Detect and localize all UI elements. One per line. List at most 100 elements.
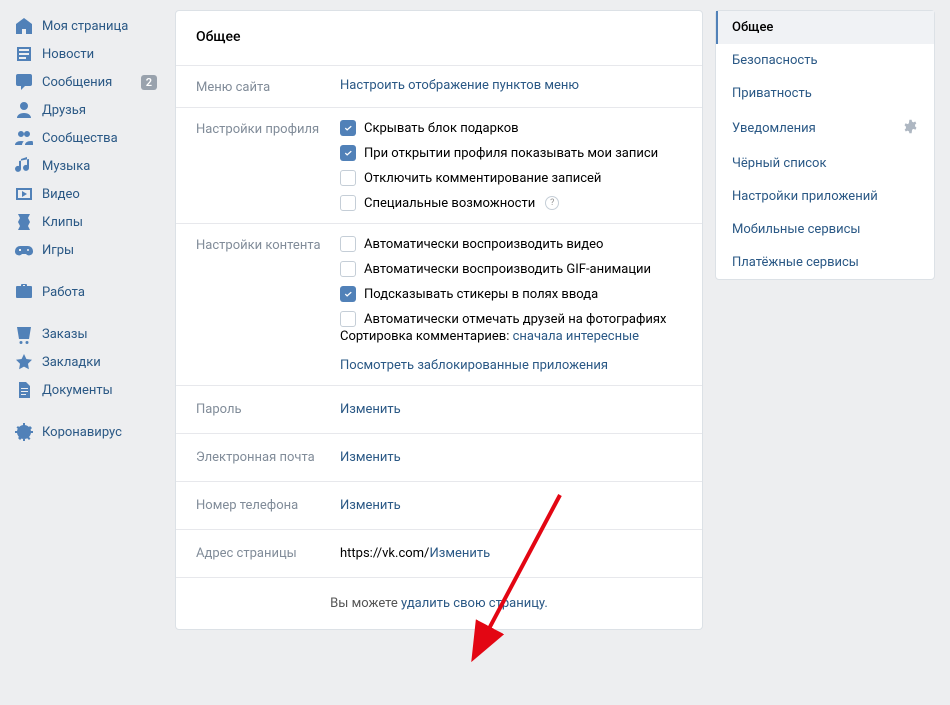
nav-games[interactable]: Игры: [8, 236, 163, 264]
row-label: Настройки контента: [196, 236, 340, 373]
nav-label: Видео: [42, 187, 157, 202]
configure-menu-link[interactable]: Настроить отображение пунктов меню: [340, 78, 579, 93]
row-label: Пароль: [196, 402, 340, 417]
messages-icon: [14, 72, 34, 92]
nav-groups[interactable]: Сообщества: [8, 124, 163, 152]
nav-label: Закладки: [42, 355, 157, 370]
change-link[interactable]: Изменить: [340, 498, 401, 513]
checkbox-icon[interactable]: [340, 311, 356, 327]
nav-label: Клипы: [42, 215, 157, 230]
nav-label: Новости: [42, 47, 157, 62]
checkbox-icon[interactable]: [340, 286, 356, 302]
checkbox-icon[interactable]: [340, 145, 356, 161]
nav-label: Моя страница: [42, 19, 157, 34]
home-icon: [14, 16, 34, 36]
help-icon[interactable]: ?: [545, 196, 559, 210]
settings-tab[interactable]: Чёрный список: [716, 147, 934, 180]
checkbox-icon[interactable]: [340, 195, 356, 211]
video-icon: [14, 184, 34, 204]
nav-clips[interactable]: Клипы: [8, 208, 163, 236]
settings-tab[interactable]: Общее: [716, 11, 934, 44]
nav-label: Игры: [42, 243, 157, 258]
settings-tab[interactable]: Мобильные сервисы: [716, 213, 934, 246]
row-label: Электронная почта: [196, 450, 340, 465]
check-label: Специальные возможности: [364, 196, 535, 211]
content-check[interactable]: Автоматически воспроизводить GIF-анимаци…: [340, 261, 682, 277]
content-check[interactable]: Автоматически воспроизводить видео: [340, 236, 682, 252]
change-link[interactable]: Изменить: [340, 402, 401, 417]
sort-mode-link[interactable]: сначала интересные: [513, 329, 639, 344]
settings-tab[interactable]: Платёжные сервисы: [716, 246, 934, 279]
nav-label: Коронавирус: [42, 425, 157, 440]
content-check[interactable]: Подсказывать стикеры в полях ввода: [340, 286, 682, 302]
clips-icon: [14, 212, 34, 232]
panel-title: Общее: [176, 11, 702, 65]
settings-panel: Общее Меню сайта Настроить отображение п…: [175, 10, 703, 630]
settings-tab[interactable]: Настройки приложений: [716, 180, 934, 213]
nav-news[interactable]: Новости: [8, 40, 163, 68]
groups-icon: [14, 128, 34, 148]
nav-music[interactable]: Музыка: [8, 152, 163, 180]
settings-tab[interactable]: Приватность: [716, 77, 934, 110]
nav-friends[interactable]: Друзья: [8, 96, 163, 124]
check-label: Отключить комментирование записей: [364, 171, 601, 186]
tab-label: Платёжные сервисы: [732, 255, 859, 270]
delete-page-link[interactable]: удалить свою страницу.: [401, 596, 548, 611]
settings-row: Номер телефона Изменить: [176, 481, 702, 529]
nav-messages[interactable]: Сообщения 2: [8, 68, 163, 96]
checkbox-icon[interactable]: [340, 170, 356, 186]
gear-icon[interactable]: [903, 119, 918, 138]
orders-icon: [14, 324, 34, 344]
profile-check[interactable]: Отключить комментирование записей: [340, 170, 682, 186]
checkbox-icon[interactable]: [340, 120, 356, 136]
sort-prefix: Сортировка комментариев:: [340, 329, 513, 344]
tab-label: Приватность: [732, 86, 812, 101]
bookmarks-icon: [14, 352, 34, 372]
settings-tab[interactable]: Уведомления: [716, 110, 934, 147]
nav-label: Работа: [42, 285, 157, 300]
games-icon: [14, 240, 34, 260]
music-icon: [14, 156, 34, 176]
nav-label: Музыка: [42, 159, 157, 174]
row-value: https://vk.com/: [340, 546, 429, 561]
left-nav: Моя страница Новости Сообщения 2 Друзья …: [8, 10, 163, 630]
check-label: Автоматически воспроизводить видео: [364, 237, 603, 252]
nav-covid[interactable]: Коронавирус: [8, 418, 163, 446]
settings-row: Адрес страницы https://vk.com/ Изменить: [176, 529, 702, 577]
row-label: Настройки профиля: [196, 120, 340, 211]
profile-check[interactable]: Скрывать блок подарков: [340, 120, 682, 136]
change-link[interactable]: Изменить: [429, 546, 490, 561]
tab-label: Уведомления: [732, 121, 816, 136]
nav-bookmarks[interactable]: Закладки: [8, 348, 163, 376]
settings-row: Пароль Изменить: [176, 385, 702, 433]
content-check[interactable]: Автоматически отмечать друзей на фотогра…: [340, 311, 682, 327]
check-label: Автоматически отмечать друзей на фотогра…: [364, 312, 666, 327]
work-icon: [14, 282, 34, 302]
checkbox-icon[interactable]: [340, 261, 356, 277]
tab-label: Настройки приложений: [732, 189, 878, 204]
friends-icon: [14, 100, 34, 120]
check-label: Скрывать блок подарков: [364, 121, 519, 136]
checkbox-icon[interactable]: [340, 236, 356, 252]
nav-documents[interactable]: Документы: [8, 376, 163, 404]
delete-page-row: Вы можете удалить свою страницу.: [176, 577, 702, 629]
check-label: При открытии профиля показывать мои запи…: [364, 146, 658, 161]
profile-check[interactable]: Специальные возможности ?: [340, 195, 682, 211]
news-icon: [14, 44, 34, 64]
nav-label: Документы: [42, 383, 157, 398]
nav-label: Сообщения: [42, 75, 141, 90]
nav-work[interactable]: Работа: [8, 278, 163, 306]
tab-label: Мобильные сервисы: [732, 222, 860, 237]
nav-orders[interactable]: Заказы: [8, 320, 163, 348]
profile-check[interactable]: При открытии профиля показывать мои запи…: [340, 145, 682, 161]
nav-label: Заказы: [42, 327, 157, 342]
settings-tab[interactable]: Безопасность: [716, 44, 934, 77]
covid-icon: [14, 422, 34, 442]
blocked-apps-link[interactable]: Посмотреть заблокированные приложения: [340, 358, 608, 373]
nav-home[interactable]: Моя страница: [8, 12, 163, 40]
tab-label: Безопасность: [732, 53, 818, 68]
change-link[interactable]: Изменить: [340, 450, 401, 465]
nav-video[interactable]: Видео: [8, 180, 163, 208]
nav-badge: 2: [141, 75, 157, 90]
row-label: Адрес страницы: [196, 546, 340, 561]
